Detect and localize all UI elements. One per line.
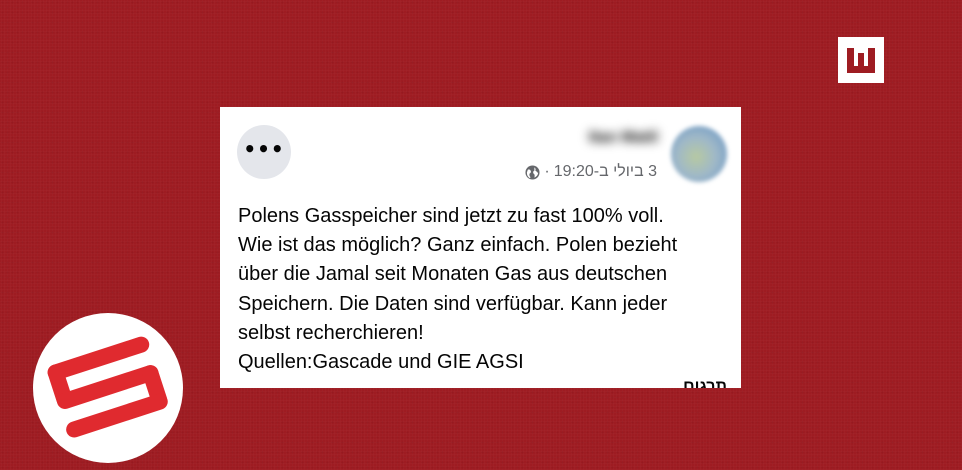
post-text: Polens Gasspeicher sind jetzt zu fast 10… [238, 205, 678, 374]
meta-separator: · [544, 163, 550, 180]
more-options-button[interactable]: ••• [237, 125, 291, 179]
more-options-icon: ••• [243, 137, 285, 161]
see-translation-link[interactable]: תרגום [683, 378, 727, 388]
globe-icon [525, 164, 540, 180]
post-meta: · 3 ביולי ב-19:20 [525, 162, 657, 182]
brand-logo [838, 37, 884, 83]
facebook-post-card: ••• Itan Matil · 3 ביולי ב-19:20 Polens … [220, 107, 741, 388]
avatar[interactable] [671, 126, 727, 182]
brand-badge-logo [33, 313, 183, 463]
author-name[interactable]: Itan Matil [562, 129, 658, 151]
post-timestamp[interactable]: 3 ביולי ב-19:20 [554, 163, 657, 181]
